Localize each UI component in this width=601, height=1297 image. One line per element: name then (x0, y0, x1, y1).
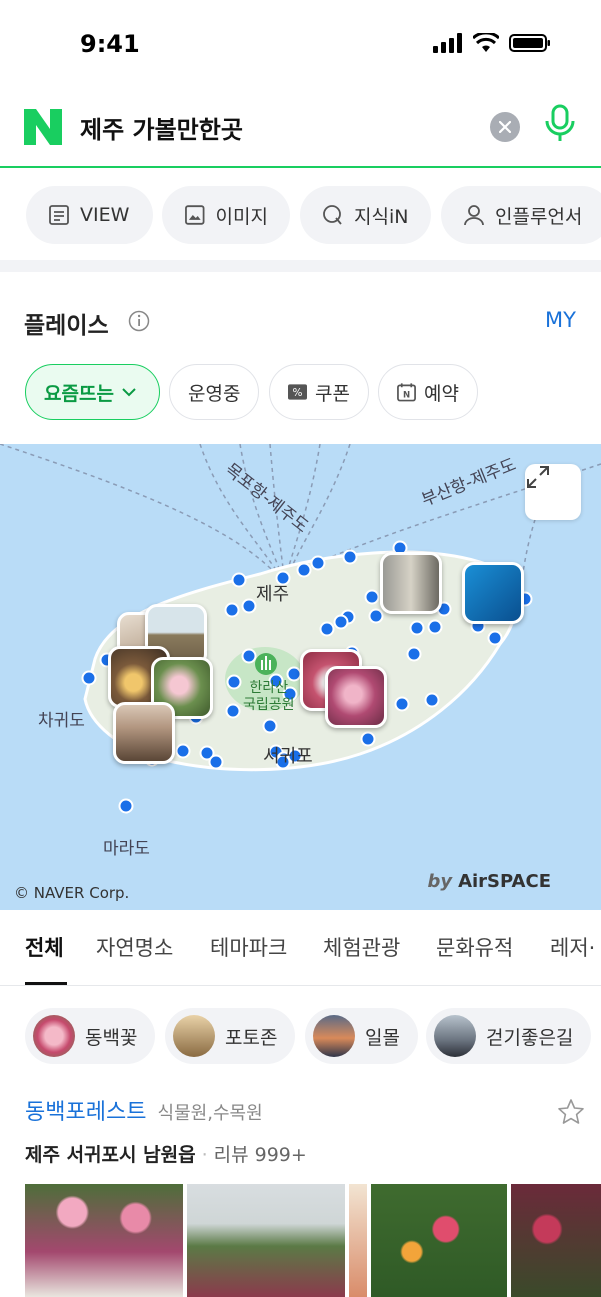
place-photos[interactable] (25, 1184, 601, 1297)
map-photo-marker[interactable] (113, 702, 175, 764)
search-input[interactable]: 제주 가볼만한곳 (80, 110, 243, 145)
place-name[interactable]: 동백포레스트 (25, 1100, 146, 1125)
filter-label: 쿠폰 (315, 382, 350, 405)
map-brand-by: by (427, 871, 453, 892)
tag-chip[interactable]: 걷기좋은길 (426, 1008, 592, 1064)
filter-trending[interactable]: 요즘뜨는 (25, 364, 160, 420)
doc-icon (49, 205, 69, 225)
filter-reserve[interactable]: N 예약 (378, 364, 478, 420)
filter-label: 요즘뜨는 (44, 382, 114, 405)
tag-chip[interactable]: 일몰 (305, 1008, 418, 1064)
tag-row: 동백꽃 포토존 일몰 걷기좋은길 (0, 1008, 601, 1064)
map-expand-button[interactable] (525, 464, 581, 520)
map[interactable]: 목포항-제주도 부산항-제주도 제주 한라산 국립공원 차귀도 서귀포 마라도 … (0, 444, 601, 910)
tag-label: 일몰 (365, 1026, 400, 1049)
place-address-line: 제주 서귀포시 남원읍 · 리뷰 999+ (25, 1140, 585, 1167)
category-tab-heritage[interactable]: 문화유적 (436, 932, 513, 962)
close-icon (499, 121, 511, 133)
map-label-seogwipo: 서귀포 (263, 746, 313, 767)
my-link[interactable]: MY (545, 308, 576, 332)
tab-influencer[interactable]: 인플루언서 (441, 186, 601, 244)
place-photo[interactable] (349, 1184, 367, 1297)
map-label-jeju: 제주 (256, 584, 290, 605)
place-review-count[interactable]: 리뷰 999+ (214, 1144, 307, 1166)
category-tab-all[interactable]: 전체 (25, 932, 64, 962)
filter-row: 요즘뜨는 운영중 % 쿠폰 N 예약 (0, 364, 601, 420)
signal-icon (433, 33, 462, 53)
places-title: 플레이스 (24, 313, 109, 339)
search-tabs: VIEW 이미지 지식iN 인플루언서 (0, 186, 601, 244)
battery-icon (509, 34, 550, 52)
filter-label: 운영중 (188, 382, 241, 405)
tab-image[interactable]: 이미지 (162, 186, 290, 244)
active-tab-indicator (25, 982, 67, 985)
chevron-down-icon (122, 388, 136, 397)
tag-label: 걷기좋은길 (486, 1026, 574, 1049)
place-category: 식물원,수목원 (157, 1103, 263, 1124)
image-icon (185, 205, 205, 225)
tab-label: 이미지 (215, 205, 268, 228)
tag-label: 포토존 (225, 1026, 278, 1049)
place-photo[interactable] (187, 1184, 345, 1297)
place-address: 제주 서귀포시 남원읍 (25, 1144, 196, 1166)
tag-label: 동백꽃 (85, 1026, 138, 1049)
clear-search-button[interactable] (490, 112, 520, 142)
map-photo-marker[interactable] (380, 552, 442, 614)
map-photo-marker[interactable] (325, 666, 387, 728)
expand-icon (527, 466, 549, 488)
separator-dot: · (201, 1144, 208, 1166)
filter-open[interactable]: 운영중 (169, 364, 259, 420)
tag-chip[interactable]: 동백꽃 (25, 1008, 156, 1064)
map-brand: by AirSPACE (427, 871, 551, 892)
info-icon[interactable] (128, 310, 150, 332)
category-tab-experience[interactable]: 체험관광 (323, 932, 400, 962)
category-tab-nature[interactable]: 자연명소 (96, 932, 173, 962)
category-tabs: 전체 자연명소 테마파크 체험관광 문화유적 레저· (0, 930, 601, 986)
svg-text:%: % (293, 387, 303, 399)
status-bar: 9:41 (0, 0, 601, 90)
places-header: 플레이스 MY (0, 300, 601, 344)
person-icon (464, 205, 484, 226)
mic-icon[interactable] (543, 104, 577, 144)
coupon-icon: % (288, 384, 308, 400)
tag-chip[interactable]: 포토존 (165, 1008, 296, 1064)
tab-view[interactable]: VIEW (26, 186, 153, 244)
tag-thumbnail (434, 1015, 476, 1057)
filter-coupon[interactable]: % 쿠폰 (269, 364, 369, 420)
category-tab-leisure[interactable]: 레저· (550, 932, 595, 962)
map-label-marado: 마라도 (103, 839, 150, 859)
tab-label: VIEW (80, 204, 130, 226)
naver-logo-icon[interactable] (24, 109, 62, 145)
place-photo[interactable] (371, 1184, 507, 1297)
search-bar: 제주 가볼만한곳 (0, 92, 601, 168)
place-photo[interactable] (25, 1184, 183, 1297)
map-photo-marker[interactable] (462, 562, 524, 624)
status-icons (433, 33, 551, 53)
star-icon[interactable] (557, 1098, 585, 1126)
section-divider (0, 260, 601, 272)
q-icon (323, 205, 342, 225)
tag-thumbnail (313, 1015, 355, 1057)
map-label-chagwido: 차귀도 (38, 711, 85, 731)
tab-label: 인플루언서 (495, 205, 583, 228)
map-brand-name: AirSPACE (458, 871, 551, 892)
filter-label: 예약 (424, 382, 459, 405)
wifi-icon (473, 33, 499, 52)
svg-text:N: N (403, 391, 410, 401)
tab-kin[interactable]: 지식iN (300, 186, 431, 244)
tab-label: 지식iN (354, 205, 409, 228)
category-tab-themepark[interactable]: 테마파크 (210, 932, 287, 962)
tag-thumbnail (33, 1015, 75, 1057)
place-photo[interactable] (511, 1184, 601, 1297)
status-time: 9:41 (80, 30, 140, 58)
map-copyright: © NAVER Corp. (14, 884, 130, 902)
calendar-icon: N (397, 383, 416, 402)
map-label-hallasan: 한라산 국립공원 (243, 680, 295, 713)
tag-thumbnail (173, 1015, 215, 1057)
place-result[interactable]: 동백포레스트 식물원,수목원 제주 서귀포시 남원읍 · 리뷰 999+ (25, 1094, 585, 1167)
